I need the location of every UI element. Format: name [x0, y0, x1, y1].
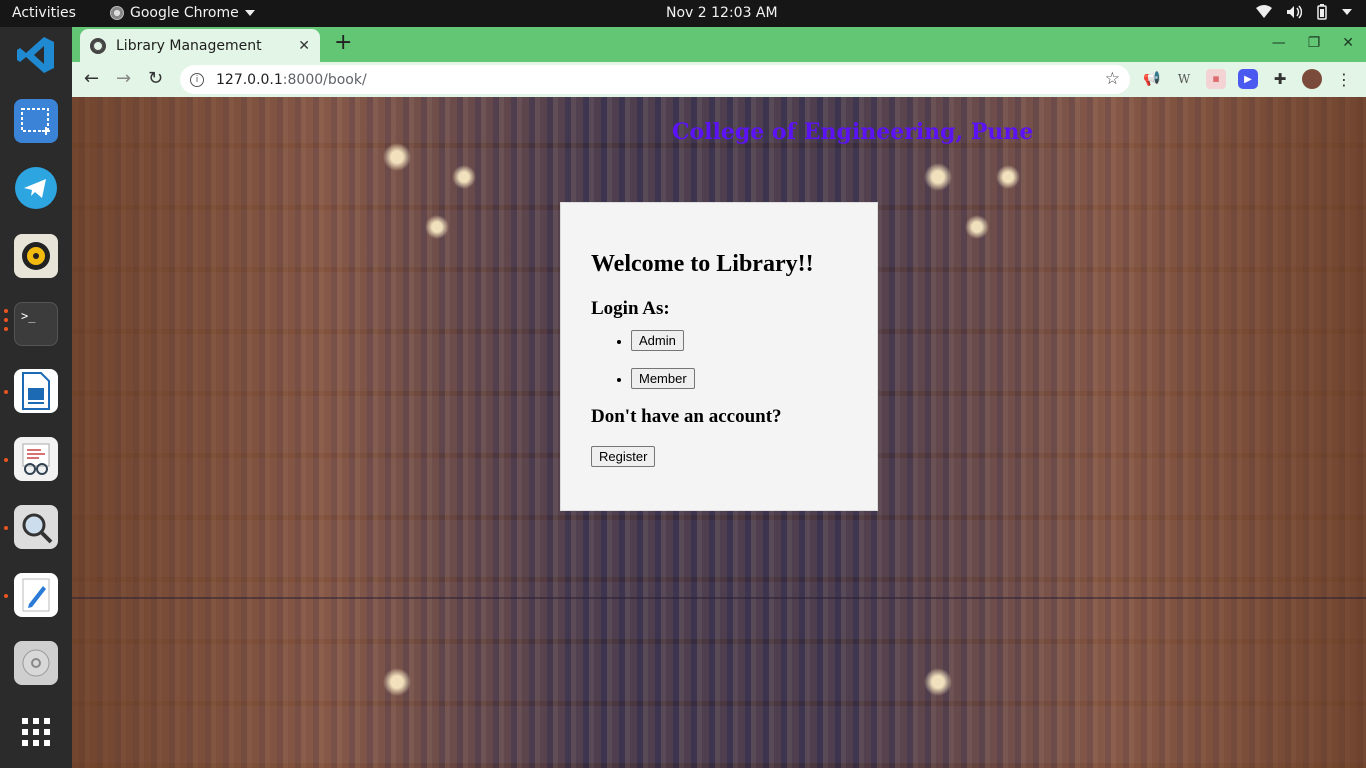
system-top-bar: Activities Google Chrome Nov 2 12:03 AM: [0, 0, 1366, 27]
profile-avatar[interactable]: [1302, 69, 1322, 89]
chevron-down-icon: [1342, 9, 1352, 15]
info-icon[interactable]: i: [190, 72, 204, 87]
globe-icon: [90, 37, 106, 54]
text-editor-icon[interactable]: [14, 573, 58, 617]
running-indicator: [4, 458, 8, 462]
browser-window: Library Management ✕ + — ❐ ✕ ← → ↻ i 127…: [72, 27, 1366, 768]
admin-button[interactable]: Admin: [631, 330, 684, 351]
document-viewer-icon[interactable]: [14, 437, 58, 481]
dock: >_: [0, 27, 72, 768]
megaphone-extension-icon[interactable]: 📢: [1142, 69, 1162, 89]
register-wrapper: Register: [591, 446, 847, 467]
screenshot-icon[interactable]: [14, 99, 58, 143]
no-account-heading: Don't have an account?: [591, 406, 782, 427]
volume-icon: [1287, 5, 1302, 19]
window-controls: — ❐ ✕: [1272, 35, 1354, 51]
running-indicator: [4, 390, 8, 394]
running-indicator: [4, 526, 8, 530]
login-card: Welcome to Library!! Login As: Admin Mem…: [560, 202, 878, 511]
background-tile-seam: [72, 597, 1366, 599]
register-button[interactable]: Register: [591, 446, 656, 467]
library-background: College of Engineering, Pune Welcome to …: [72, 97, 1366, 768]
browser-toolbar: ← → ↻ i 127.0.0.1:8000/book/ ☆ 📢 W ▦ ▶ ✚…: [72, 62, 1366, 97]
system-tray[interactable]: [1256, 4, 1352, 20]
libreoffice-writer-icon[interactable]: [14, 369, 58, 413]
url-host: 127.0.0.1: [216, 71, 283, 88]
running-indicator: [4, 594, 8, 598]
close-window-icon[interactable]: ✕: [1342, 35, 1354, 51]
telegram-icon[interactable]: [14, 166, 58, 210]
forward-arrow-icon[interactable]: →: [116, 68, 131, 89]
college-heading: College of Engineering, Pune: [672, 119, 1034, 145]
battery-icon: [1317, 4, 1327, 20]
image-viewer-icon[interactable]: [14, 505, 58, 549]
calendar-extension-icon[interactable]: ▦: [1206, 69, 1226, 89]
running-indicator: [4, 309, 8, 313]
login-as-heading: Login As:: [591, 298, 670, 319]
url-path: :8000/book/: [282, 71, 367, 88]
rhythmbox-icon[interactable]: [14, 234, 58, 278]
login-options-list: Admin Member: [591, 330, 847, 389]
welcome-heading: Welcome to Library!!: [591, 251, 814, 277]
app-menu[interactable]: Google Chrome: [110, 5, 255, 21]
minimize-icon[interactable]: —: [1272, 35, 1286, 51]
clock[interactable]: Nov 2 12:03 AM: [666, 5, 778, 21]
tab-title: Library Management: [116, 37, 262, 54]
running-indicator: [4, 318, 8, 322]
more-menu-icon[interactable]: ⋮: [1334, 69, 1354, 89]
terminal-icon[interactable]: >_: [14, 302, 58, 346]
running-indicator: [4, 327, 8, 331]
wikipedia-extension-icon[interactable]: W: [1174, 69, 1194, 89]
member-button[interactable]: Member: [631, 368, 695, 389]
puzzle-extensions-icon[interactable]: ✚: [1270, 69, 1290, 89]
app-menu-label: Google Chrome: [130, 5, 239, 21]
vscode-icon[interactable]: [14, 33, 58, 77]
back-arrow-icon[interactable]: ←: [84, 68, 99, 89]
show-applications-icon[interactable]: [14, 710, 58, 754]
wifi-icon: [1256, 5, 1272, 18]
disc-icon[interactable]: [14, 641, 58, 685]
address-bar[interactable]: i 127.0.0.1:8000/book/ ☆: [180, 65, 1130, 94]
list-item: Member: [631, 368, 847, 389]
list-item: Admin: [631, 330, 847, 351]
restore-icon[interactable]: ❐: [1308, 35, 1321, 51]
chrome-icon: [110, 6, 124, 20]
bookmark-star-icon[interactable]: ☆: [1105, 69, 1120, 89]
zoom-extension-icon[interactable]: ▶: [1238, 69, 1258, 89]
extensions-area: 📢 W ▦ ▶ ✚ ⋮: [1142, 69, 1354, 89]
new-tab-button[interactable]: +: [334, 32, 352, 54]
tab-library-management[interactable]: Library Management ✕: [80, 29, 320, 62]
reload-icon[interactable]: ↻: [148, 68, 163, 89]
activities-button[interactable]: Activities: [12, 5, 76, 21]
close-icon[interactable]: ✕: [298, 38, 310, 54]
chevron-down-icon: [244, 10, 255, 16]
tab-strip: Library Management ✕ + — ❐ ✕: [72, 27, 1366, 62]
